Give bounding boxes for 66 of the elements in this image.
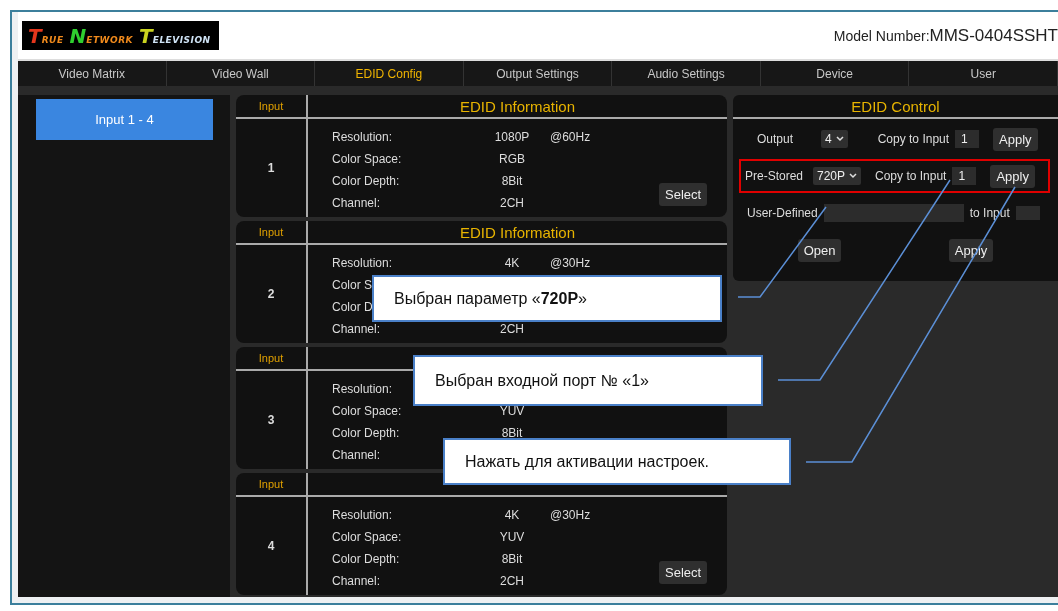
field-value: 2CH xyxy=(500,322,524,336)
input-number: 2 xyxy=(267,287,275,301)
field-label: Copy to Input xyxy=(875,169,947,183)
field-label: Channel: xyxy=(332,448,381,462)
column-header: Input xyxy=(258,478,284,490)
select-button[interactable]: Select xyxy=(659,182,708,206)
field-label: Color Depth: xyxy=(332,552,400,566)
field-label: Color Space: xyxy=(332,404,402,418)
column-header: Input xyxy=(258,226,284,238)
chevron-down-icon xyxy=(849,173,858,179)
field-label: Resolution: xyxy=(332,130,393,144)
field-label: Resolution: xyxy=(332,382,393,396)
field-value: 1080P xyxy=(494,130,530,144)
field-value: 8Bit xyxy=(501,552,523,566)
refresh-rate: @30Hz xyxy=(549,256,591,270)
column-header: Input xyxy=(258,352,284,364)
action-button[interactable]: Open xyxy=(797,238,842,262)
field-value: 8Bit xyxy=(501,426,523,440)
field-value: 8Bit xyxy=(501,174,523,188)
field-label: Color Depth: xyxy=(332,174,400,188)
field-value: 4K xyxy=(504,508,520,522)
field-label: Color Space: xyxy=(332,530,402,544)
callout-text: Выбран параметр «720P» xyxy=(394,289,587,308)
input-field[interactable]: 1 xyxy=(952,167,977,185)
apply-button[interactable]: Apply xyxy=(993,127,1038,151)
model-number: Model Number:MMS-0404SSHT xyxy=(833,25,1058,46)
field-value: YUV xyxy=(499,404,525,418)
callout-text: Нажать для активации настроек. xyxy=(465,452,709,471)
input-field[interactable] xyxy=(1015,206,1040,220)
field-label: Channel: xyxy=(332,322,381,336)
field-label: Pre-Stored xyxy=(745,169,805,183)
callout-text: Выбран входной порт № «1» xyxy=(435,371,649,390)
field-label: Channel: xyxy=(332,574,381,588)
refresh-rate: @30Hz xyxy=(549,508,591,522)
dropdown[interactable]: 720P xyxy=(813,167,862,185)
field-label: Color S xyxy=(332,278,372,292)
input-number: 4 xyxy=(267,539,275,553)
input-field[interactable]: 1 xyxy=(955,130,980,148)
chevron-down-icon xyxy=(835,136,844,142)
field-value: 2CH xyxy=(500,574,524,588)
field-label: Resolution: xyxy=(332,256,393,270)
input-number: 1 xyxy=(267,161,275,175)
field-label: Channel: xyxy=(332,196,381,210)
apply-button[interactable]: Apply xyxy=(990,164,1035,188)
field-label: Output xyxy=(756,132,795,146)
field-label: Color D xyxy=(332,300,373,314)
refresh-rate: @60Hz xyxy=(549,130,591,144)
field-value: RGB xyxy=(499,152,525,166)
field-label: User-Defined xyxy=(747,206,818,220)
input-field[interactable] xyxy=(823,204,964,222)
card-title: EDID Information xyxy=(459,97,575,115)
field-value: 4K xyxy=(504,256,520,270)
field-value: YUV xyxy=(499,530,525,544)
field-label: Color Space: xyxy=(332,152,402,166)
dropdown[interactable]: 4 xyxy=(821,130,848,148)
field-label: Color Depth: xyxy=(332,426,400,440)
input-number: 3 xyxy=(267,413,275,427)
sidebar-item[interactable]: Input 1 - 4 xyxy=(36,99,213,140)
column-header: Input xyxy=(258,100,284,112)
panel-title: EDID Control xyxy=(851,97,940,115)
card-title: EDID Information xyxy=(459,223,575,241)
field-label: Resolution: xyxy=(332,508,393,522)
select-button[interactable]: Select xyxy=(659,560,708,584)
field-label: Copy to Input xyxy=(877,132,950,146)
logo: TRUE NETWORK TELEVISION xyxy=(22,21,219,50)
field-value: 2CH xyxy=(500,196,524,210)
